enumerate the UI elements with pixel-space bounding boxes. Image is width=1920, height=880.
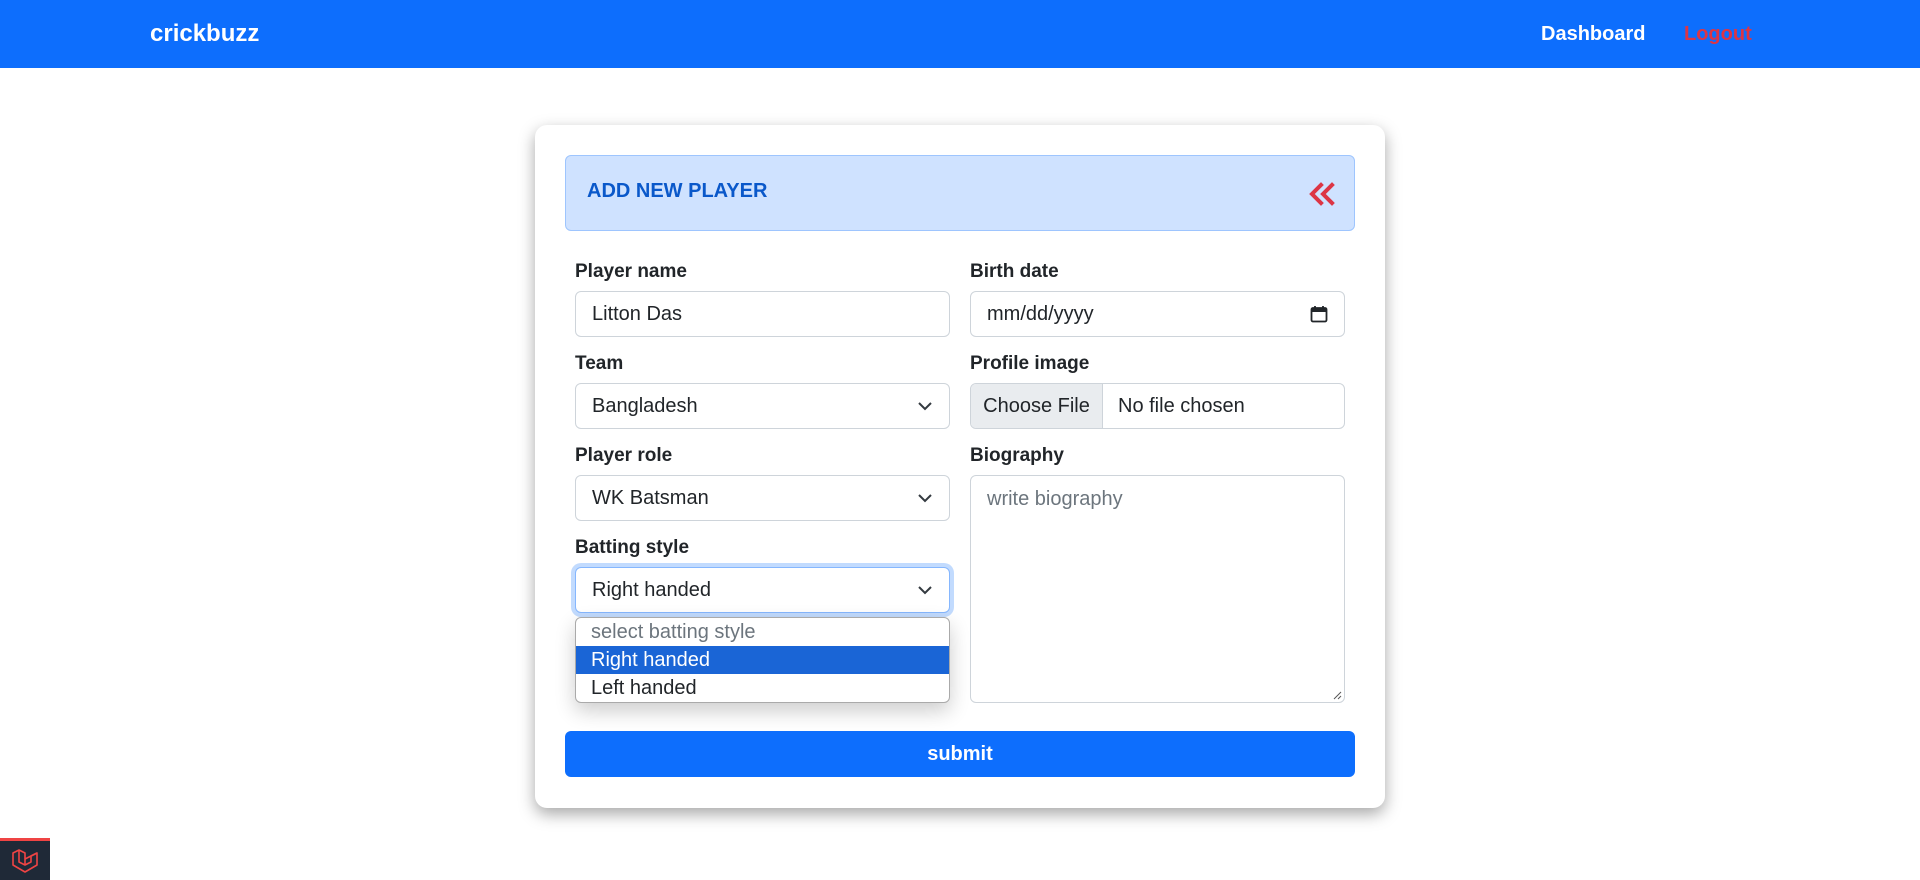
player-role-select[interactable]: WK Batsman (575, 475, 950, 521)
team-select[interactable]: Bangladesh (575, 383, 950, 429)
chevron-down-icon (918, 402, 932, 411)
chevron-down-icon (918, 586, 932, 595)
add-player-card: ADD NEW PLAYER Player name Litton Das Bi… (535, 125, 1385, 808)
biography-label: Biography (970, 445, 1064, 466)
player-role-label: Player role (575, 445, 673, 466)
birth-date-placeholder: mm/dd/yyyy (987, 302, 1094, 325)
batting-style-option[interactable]: Right handed (576, 646, 949, 674)
chevron-down-icon (918, 494, 932, 503)
batting-style-value: Right handed (592, 578, 711, 601)
team-value: Bangladesh (592, 394, 698, 417)
team-label: Team (575, 353, 624, 374)
biography-textarea[interactable]: write biography (970, 475, 1345, 703)
player-role-value: WK Batsman (592, 486, 709, 509)
nav-logout-link[interactable]: Logout (1684, 23, 1752, 46)
double-chevron-left-icon[interactable] (1306, 178, 1338, 210)
player-name-value: Litton Das (592, 302, 683, 325)
birth-date-input[interactable]: mm/dd/yyyy (970, 291, 1345, 337)
resize-handle-icon[interactable] (1332, 690, 1342, 700)
laravel-debug-badge[interactable] (0, 838, 50, 880)
birth-date-label: Birth date (970, 261, 1059, 282)
nav-dashboard-link[interactable]: Dashboard (1541, 23, 1645, 46)
biography-placeholder: write biography (987, 488, 1123, 510)
top-navbar: crickbuzz Dashboard Logout (0, 0, 1920, 68)
form-title: ADD NEW PLAYER (587, 180, 768, 202)
player-name-label: Player name (575, 261, 687, 282)
profile-image-input[interactable]: Choose File No file chosen (970, 383, 1345, 429)
brand-logo[interactable]: crickbuzz (150, 20, 259, 48)
player-name-input[interactable]: Litton Das (575, 291, 950, 337)
calendar-icon[interactable] (1310, 305, 1328, 323)
profile-image-label: Profile image (970, 353, 1090, 374)
file-status: No file chosen (1118, 394, 1245, 417)
form-header: ADD NEW PLAYER (565, 155, 1355, 231)
batting-style-label: Batting style (575, 537, 690, 558)
submit-button[interactable]: submit (565, 731, 1355, 777)
batting-style-option[interactable]: Left handed (576, 674, 949, 702)
batting-style-select[interactable]: Right handed (575, 567, 950, 613)
choose-file-button[interactable]: Choose File (971, 384, 1103, 428)
batting-style-dropdown: select batting style Right handed Left h… (575, 617, 950, 703)
laravel-icon (12, 848, 38, 873)
batting-style-option[interactable]: select batting style (576, 618, 949, 646)
